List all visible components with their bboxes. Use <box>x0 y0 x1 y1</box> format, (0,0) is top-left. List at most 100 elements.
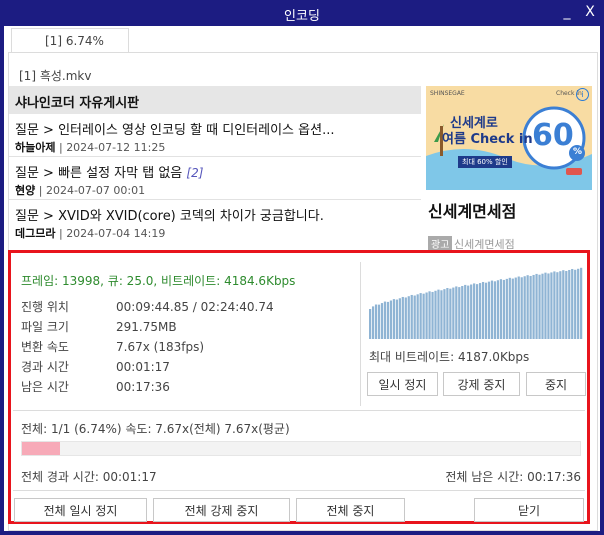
bitrate-bar <box>369 309 372 339</box>
stat-label: 파일 크기 <box>21 320 69 334</box>
advertisement[interactable]: SHINSEGAE Check in 신세계로 여름 Check in 60 %… <box>426 86 592 254</box>
board-post[interactable]: 질문 > 빠른 설정 자막 탭 없음 [2] 현양 | 2024-07-07 0… <box>9 157 421 200</box>
bitrate-bar <box>428 291 431 339</box>
bitrate-bar <box>511 278 514 339</box>
bitrate-bar <box>404 297 407 339</box>
bitrate-bar <box>571 268 574 339</box>
bitrate-bar <box>446 288 449 339</box>
stat-value: 00:09:44.85 / 02:24:40.74 <box>116 300 274 314</box>
bitrate-bar <box>499 279 503 339</box>
ad-banner[interactable]: SHINSEGAE Check in 신세계로 여름 Check in 60 %… <box>426 86 592 190</box>
stat-label: 변환 속도 <box>21 340 69 354</box>
stat-row: 진행 위치 00:09:44.85 / 02:24:40.74 <box>21 298 274 315</box>
overall-progress-bar <box>21 441 581 456</box>
ad-headline-2: 여름 Check in <box>442 132 533 147</box>
bitrate-bar <box>490 280 494 339</box>
bitrate-bar <box>523 276 526 339</box>
bitrate-bar <box>562 270 565 339</box>
bitrate-bar <box>386 301 390 339</box>
bitrate-bar <box>559 271 562 339</box>
pause-button[interactable]: 일시 정지 <box>367 372 438 396</box>
board-header[interactable]: 샤나인코더 자유게시판 <box>9 86 421 114</box>
minimize-button[interactable]: _ <box>557 3 577 21</box>
pause-all-button[interactable]: 전체 일시 정지 <box>14 498 147 522</box>
file-name: [1] 흑성.mkv <box>19 69 92 83</box>
title-bar[interactable]: 인코딩 _ X <box>0 0 604 26</box>
bitrate-bar <box>383 301 387 339</box>
bitrate-bar <box>487 281 491 339</box>
bitrate-bar <box>371 306 375 339</box>
close-window-button[interactable]: X <box>580 3 600 21</box>
bitrate-bar <box>470 284 473 339</box>
stat-label: 남은 시간 <box>21 380 69 394</box>
bitrate-bar <box>416 294 419 339</box>
bitrate-bar <box>580 267 583 339</box>
bitrate-bar <box>425 292 428 339</box>
bitrate-bar <box>517 276 520 339</box>
post-title: 질문 > 인터레이스 영상 인코딩 할 때 디인터레이스 옵션... <box>15 123 335 138</box>
force-stop-button[interactable]: 강제 중지 <box>443 372 520 396</box>
stat-row: 변환 속도 7.67x (183fps) <box>21 338 204 355</box>
bitrate-bar <box>473 283 476 339</box>
tab-label: [1] 6.74% <box>45 34 104 48</box>
bitrate-bar <box>395 299 398 339</box>
ad-badge: 최대 60% 할인 <box>458 156 512 168</box>
tab-encoding-job[interactable]: [1] 6.74% <box>11 28 129 53</box>
bitrate-bar <box>401 296 404 339</box>
stat-value: 291.75MB <box>116 320 177 334</box>
bitrate-bar <box>505 278 508 339</box>
bitrate-bar <box>484 282 488 339</box>
ad-title[interactable]: 신세계면세점 <box>428 198 516 222</box>
post-author: 데그므라 <box>15 227 56 240</box>
bitrate-bar <box>556 272 559 339</box>
bitrate-bar <box>380 303 384 339</box>
post-comment-count: [2] <box>186 166 204 180</box>
bitrate-bar <box>392 299 396 339</box>
max-bitrate: 최대 비트레이트: 4187.0Kbps <box>369 350 530 364</box>
bitrate-bar <box>532 274 535 339</box>
stat-value: 7.67x (183fps) <box>116 340 204 354</box>
bitrate-bar <box>574 269 577 339</box>
post-author: 현양 <box>15 184 36 197</box>
close-button[interactable]: 닫기 <box>474 498 584 522</box>
encoding-summary: 프레임: 13998, 큐: 25.0, 비트레이트: 4184.6Kbps <box>21 274 296 288</box>
ad-brand: SHINSEGAE <box>430 90 465 97</box>
bitrate-bar <box>544 272 547 339</box>
post-date: 2024-07-04 14:19 <box>66 227 166 240</box>
ad-info-icon[interactable]: i <box>576 88 589 101</box>
force-stop-all-button[interactable]: 전체 강제 중지 <box>153 498 290 522</box>
stat-row: 파일 크기 291.75MB <box>21 318 177 335</box>
bitrate-bar <box>449 288 452 339</box>
board-post[interactable]: 질문 > XVID와 XVID(core) 코덱의 차이가 궁금합니다. 데그므… <box>9 200 421 242</box>
bitrate-bar <box>526 275 529 339</box>
ad-number: 60 <box>532 118 574 153</box>
bitrate-bar <box>377 304 381 339</box>
overall-remaining: 전체 남은 시간: 00:17:36 <box>445 470 581 484</box>
bitrate-bar <box>514 277 517 339</box>
board-post[interactable]: 질문 > 인터레이스 영상 인코딩 할 때 디인터레이스 옵션... 하늘아제 … <box>9 114 421 157</box>
stop-button[interactable]: 중지 <box>526 372 586 396</box>
post-title: 질문 > 빠른 설정 자막 탭 없음 <box>15 166 183 181</box>
bitrate-bar <box>455 286 458 339</box>
bitrate-bar <box>476 284 479 339</box>
post-date: 2024-07-12 11:25 <box>66 141 166 154</box>
stop-all-button[interactable]: 전체 중지 <box>296 498 405 522</box>
stat-row: 경과 시간 00:01:17 <box>21 358 170 375</box>
free-board: 샤나인코더 자유게시판 질문 > 인터레이스 영상 인코딩 할 때 디인터레이스… <box>9 86 421 254</box>
post-title: 질문 > XVID와 XVID(core) 코덱의 차이가 궁금합니다. <box>15 209 324 224</box>
bitrate-bar <box>410 294 413 339</box>
overall-elapsed: 전체 경과 시간: 00:01:17 <box>21 470 157 484</box>
bitrate-bar <box>535 273 538 339</box>
bitrate-bar <box>529 275 532 339</box>
post-date: 2024-07-07 00:01 <box>45 184 146 197</box>
bitrate-bar <box>550 272 553 339</box>
overall-progress-fill <box>22 442 60 455</box>
stat-label: 진행 위치 <box>21 300 69 314</box>
bitrate-bar <box>413 295 416 339</box>
bitrate-bar <box>547 273 550 339</box>
bitrate-bar <box>493 281 497 339</box>
bitrate-bar <box>577 268 580 339</box>
post-author: 하늘아제 <box>15 141 56 154</box>
bitrate-graph <box>369 267 583 339</box>
bitrate-bar <box>407 296 410 339</box>
